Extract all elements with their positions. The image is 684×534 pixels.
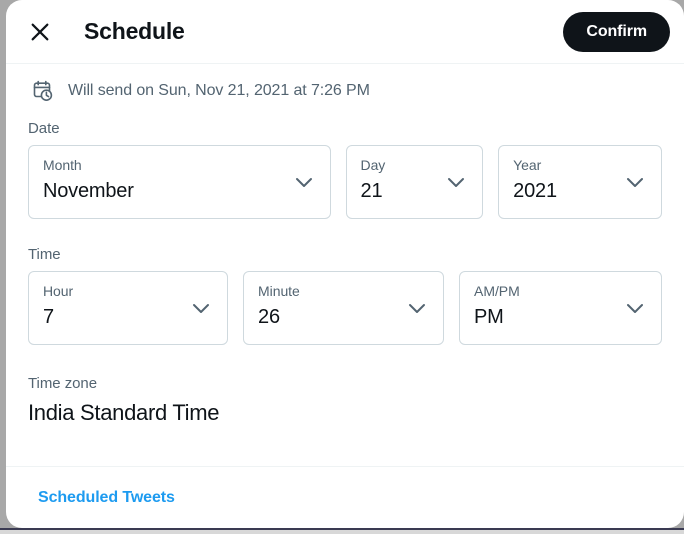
day-select[interactable]: Day 21: [345, 145, 484, 219]
chevron-down-icon: [623, 296, 647, 320]
timezone-section-label: Time zone: [28, 375, 98, 392]
dialog-footer: Scheduled Tweets: [6, 466, 684, 528]
calendar-clock-icon: [30, 79, 54, 103]
minute-select[interactable]: Minute 26: [243, 271, 445, 345]
minute-select-label: Minute: [258, 283, 300, 299]
hour-select-label: Hour: [43, 283, 74, 299]
timezone-value: India Standard Time: [28, 400, 220, 425]
ampm-select[interactable]: AM/PM PM: [459, 271, 662, 345]
date-section-label: Date: [28, 120, 60, 137]
close-icon: [29, 21, 51, 43]
chevron-down-icon: [189, 296, 213, 320]
scheduled-tweets-link[interactable]: Scheduled Tweets: [38, 489, 175, 507]
chevron-down-icon: [623, 170, 647, 194]
schedule-summary-text: Will send on Sun, Nov 21, 2021 at 7:26 P…: [68, 82, 370, 99]
minute-select-value: 26: [258, 306, 280, 328]
hour-select-value: 7: [43, 306, 54, 328]
chevron-down-icon: [444, 170, 468, 194]
ampm-select-label: AM/PM: [474, 283, 520, 299]
time-section-label: Time: [28, 246, 61, 263]
month-select[interactable]: Month November: [28, 145, 331, 219]
dialog-header: Schedule Confirm: [6, 0, 684, 64]
date-field-row: Month November Day 21 Year 2021: [28, 145, 662, 219]
schedule-summary: Will send on Sun, Nov 21, 2021 at 7:26 P…: [28, 64, 662, 118]
ampm-select-value: PM: [474, 306, 504, 328]
chevron-down-icon: [405, 296, 429, 320]
year-select[interactable]: Year 2021: [498, 145, 662, 219]
close-button[interactable]: [22, 14, 58, 50]
hour-select[interactable]: Hour 7: [28, 271, 229, 345]
month-select-value: November: [43, 180, 134, 202]
schedule-dialog: Schedule Confirm Will send on Sun, Nov 2…: [6, 0, 684, 528]
time-field-row: Hour 7 Minute 26 AM/PM PM: [28, 271, 662, 345]
page-title: Schedule: [84, 18, 185, 44]
chevron-down-icon: [292, 170, 316, 194]
month-select-label: Month: [43, 157, 82, 173]
confirm-button[interactable]: Confirm: [563, 11, 670, 52]
page-bottom-fill: [0, 530, 684, 534]
dialog-body: Will send on Sun, Nov 21, 2021 at 7:26 P…: [6, 64, 684, 426]
screen: Schedule Confirm Will send on Sun, Nov 2…: [0, 0, 684, 534]
